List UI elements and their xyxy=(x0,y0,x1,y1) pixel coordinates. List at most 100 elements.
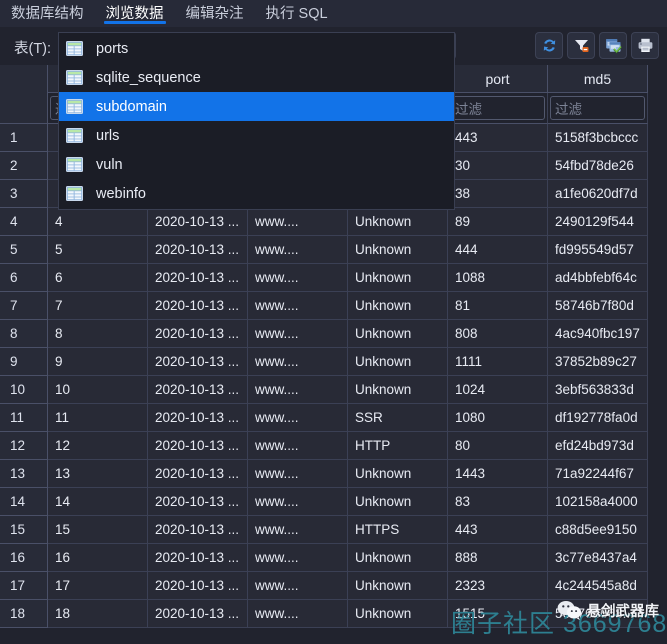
table-cell[interactable]: Unknown xyxy=(348,208,448,236)
column-header-5[interactable]: md5 xyxy=(548,65,648,93)
table-option-sqlite_sequence[interactable]: sqlite_sequence xyxy=(59,63,454,92)
table-row[interactable]: 17 17 2020-10-13 ... www.... Unknown 2323 4c24… xyxy=(0,572,667,600)
row-header[interactable]: 1 xyxy=(0,124,48,152)
table-cell[interactable]: 2020-10-13 ... xyxy=(148,488,248,516)
table-cell[interactable]: 2020-10-13 ... xyxy=(148,404,248,432)
table-cell[interactable]: www.... xyxy=(248,460,348,488)
table-cell[interactable]: 12 xyxy=(48,432,148,460)
table-row[interactable]: 6 6 2020-10-13 ... www.... Unknown 1088 ad4bbf… xyxy=(0,264,667,292)
table-option-vuln[interactable]: vuln xyxy=(59,150,454,179)
table-cell[interactable]: 1443 xyxy=(448,460,548,488)
table-cell[interactable]: www.... xyxy=(248,544,348,572)
table-cell[interactable]: 569768668... xyxy=(548,600,648,628)
table-cell[interactable]: 15 xyxy=(48,516,148,544)
table-cell[interactable]: 71a92244f67 xyxy=(548,460,648,488)
table-cell[interactable]: 2020-10-13 ... xyxy=(148,292,248,320)
row-header[interactable]: 11 xyxy=(0,404,48,432)
column-filter-5[interactable]: 过滤 xyxy=(548,93,648,124)
table-cell[interactable]: Unknown xyxy=(348,376,448,404)
table-cell[interactable]: www.... xyxy=(248,348,348,376)
table-cell[interactable]: 18 xyxy=(48,600,148,628)
table-cell[interactable]: Unknown xyxy=(348,264,448,292)
table-row[interactable]: 16 16 2020-10-13 ... www.... Unknown 888 3c77e… xyxy=(0,544,667,572)
table-cell[interactable]: www.... xyxy=(248,264,348,292)
table-cell[interactable]: www.... xyxy=(248,516,348,544)
table-cell[interactable]: www.... xyxy=(248,432,348,460)
table-cell[interactable]: 1088 xyxy=(448,264,548,292)
table-cell[interactable]: 3c77e8437a4 xyxy=(548,544,648,572)
table-row[interactable]: 14 14 2020-10-13 ... www.... Unknown 83 102158… xyxy=(0,488,667,516)
table-cell[interactable]: 38 xyxy=(448,180,548,208)
row-header[interactable]: 13 xyxy=(0,460,48,488)
table-cell[interactable]: 2020-10-13 ... xyxy=(148,432,248,460)
table-cell[interactable]: ad4bbfebf64c xyxy=(548,264,648,292)
table-cell[interactable]: 11 xyxy=(48,404,148,432)
table-cell[interactable]: 7 xyxy=(48,292,148,320)
table-cell[interactable]: 443 xyxy=(448,124,548,152)
table-option-urls[interactable]: urls xyxy=(59,121,454,150)
table-cell[interactable]: Unknown xyxy=(348,460,448,488)
table-row[interactable]: 4 4 2020-10-13 ... www.... Unknown 89 2490129f… xyxy=(0,208,667,236)
table-cell[interactable]: 14 xyxy=(48,488,148,516)
table-cell[interactable]: Unknown xyxy=(348,488,448,516)
table-cell[interactable]: 9 xyxy=(48,348,148,376)
table-cell[interactable]: 10 xyxy=(48,376,148,404)
table-row[interactable]: 7 7 2020-10-13 ... www.... Unknown 81 58746b7f… xyxy=(0,292,667,320)
row-header[interactable]: 18 xyxy=(0,600,48,628)
table-cell[interactable]: 1080 xyxy=(448,404,548,432)
table-cell[interactable]: efd24bd973d xyxy=(548,432,648,460)
table-row[interactable]: 11 11 2020-10-13 ... www.... SSR 1080 df192778… xyxy=(0,404,667,432)
row-header[interactable]: 6 xyxy=(0,264,48,292)
tab-0[interactable]: 数据库结构 xyxy=(0,0,95,27)
table-cell[interactable]: 81 xyxy=(448,292,548,320)
table-option-webinfo[interactable]: webinfo xyxy=(59,179,454,208)
table-cell[interactable]: 2020-10-13 ... xyxy=(148,208,248,236)
table-row[interactable]: 15 15 2020-10-13 ... www.... HTTPS 443 c88d5ee… xyxy=(0,516,667,544)
table-cell[interactable]: 1515 xyxy=(448,600,548,628)
table-cell[interactable]: 2020-10-13 ... xyxy=(148,572,248,600)
table-cell[interactable]: 4ac940fbc197 xyxy=(548,320,648,348)
print-button[interactable] xyxy=(631,32,659,59)
table-cell[interactable]: 4c244545a8d xyxy=(548,572,648,600)
row-header[interactable]: 3 xyxy=(0,180,48,208)
table-cell[interactable]: 443 xyxy=(448,516,548,544)
table-cell[interactable]: 30 xyxy=(448,152,548,180)
table-cell[interactable]: www.... xyxy=(248,404,348,432)
row-header[interactable]: 7 xyxy=(0,292,48,320)
column-filter-input-4[interactable]: 过滤 xyxy=(450,96,545,120)
table-cell[interactable]: www.... xyxy=(248,320,348,348)
table-cell[interactable]: 2020-10-13 ... xyxy=(148,320,248,348)
row-header[interactable]: 12 xyxy=(0,432,48,460)
table-cell[interactable]: www.... xyxy=(248,376,348,404)
table-cell[interactable]: Unknown xyxy=(348,320,448,348)
table-cell[interactable]: 102158a4000 xyxy=(548,488,648,516)
row-header[interactable]: 17 xyxy=(0,572,48,600)
table-cell[interactable]: Unknown xyxy=(348,600,448,628)
table-cell[interactable]: 37852b89c27 xyxy=(548,348,648,376)
table-row[interactable]: 9 9 2020-10-13 ... www.... Unknown 1111 37852b… xyxy=(0,348,667,376)
table-cell[interactable]: Unknown xyxy=(348,236,448,264)
row-header[interactable]: 9 xyxy=(0,348,48,376)
table-cell[interactable]: 1111 xyxy=(448,348,548,376)
column-filter-input-5[interactable]: 过滤 xyxy=(550,96,645,120)
refresh-button[interactable] xyxy=(535,32,563,59)
table-cell[interactable]: Unknown xyxy=(348,292,448,320)
table-cell[interactable]: 2490129f544 xyxy=(548,208,648,236)
table-cell[interactable]: 1024 xyxy=(448,376,548,404)
table-cell[interactable]: 83 xyxy=(448,488,548,516)
table-cell[interactable]: www.... xyxy=(248,292,348,320)
table-cell[interactable]: 3ebf563833d xyxy=(548,376,648,404)
table-row[interactable]: 13 13 2020-10-13 ... www.... Unknown 1443 71a9… xyxy=(0,460,667,488)
table-cell[interactable]: 888 xyxy=(448,544,548,572)
table-cell[interactable]: 2020-10-13 ... xyxy=(148,544,248,572)
table-cell[interactable]: c88d5ee9150 xyxy=(548,516,648,544)
table-cell[interactable]: Unknown xyxy=(348,572,448,600)
table-dropdown-list[interactable]: ports sqlite_sequence subdomain urls vuln web… xyxy=(58,32,455,210)
table-cell[interactable]: 13 xyxy=(48,460,148,488)
table-cell[interactable]: SSR xyxy=(348,404,448,432)
row-header[interactable]: 2 xyxy=(0,152,48,180)
column-header-4[interactable]: port xyxy=(448,65,548,93)
table-cell[interactable]: 2020-10-13 ... xyxy=(148,376,248,404)
row-header[interactable]: 8 xyxy=(0,320,48,348)
table-cell[interactable]: 17 xyxy=(48,572,148,600)
